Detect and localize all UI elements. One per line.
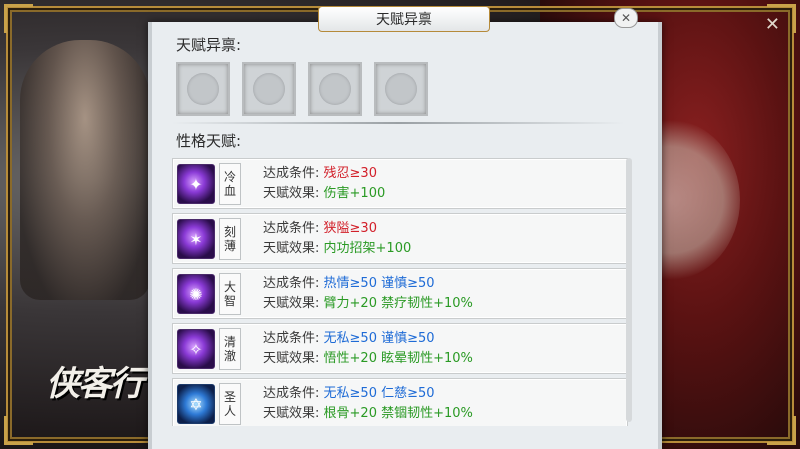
condition-label: 达成条件: <box>263 386 320 401</box>
panel-title-text: 天赋异禀 <box>376 12 432 28</box>
talent-row[interactable]: ✶ 刻薄 达成条件: 狭隘≥30 天赋效果: 内功招架+100 <box>172 213 628 264</box>
effect-label: 天赋效果: <box>263 351 320 366</box>
talent-info: 达成条件: 无私≥50 谨慎≥50 天赋效果: 悟性+20 眩晕韧性+10% <box>263 329 473 369</box>
effect-label: 天赋效果: <box>263 406 320 421</box>
swirl-icon: ✺ <box>177 274 215 314</box>
game-logo: 侠客行 <box>46 364 144 404</box>
talent-row[interactable]: ✧ 清澈 达成条件: 无私≥50 谨慎≥50 天赋效果: 悟性+20 眩晕韧性+… <box>172 323 628 374</box>
talent-slot[interactable] <box>242 62 296 116</box>
trait-name: 大智 <box>219 273 241 315</box>
trait-name: 刻薄 <box>219 218 241 260</box>
trait-name: 冷血 <box>219 163 241 205</box>
effect-value: 臂力+20 禁疗韧性+10% <box>323 296 473 311</box>
effect-value: 伤害+100 <box>323 186 386 201</box>
innate-talent-title: 天赋异禀: <box>176 36 242 54</box>
talent-info: 达成条件: 狭隘≥30 天赋效果: 内功招架+100 <box>263 219 411 259</box>
condition-value: 无私≥50 仁慈≥50 <box>323 386 435 401</box>
effect-value: 内功招架+100 <box>323 241 412 256</box>
condition-label: 达成条件: <box>263 166 320 181</box>
condition-label: 达成条件: <box>263 331 320 346</box>
condition-label: 达成条件: <box>263 221 320 236</box>
talent-slot[interactable] <box>176 62 230 116</box>
panel-title: 天赋异禀 <box>318 6 490 32</box>
effect-value: 悟性+20 眩晕韧性+10% <box>323 351 473 366</box>
condition-label: 达成条件: <box>263 276 320 291</box>
empty-slot-icon <box>385 73 417 105</box>
condition-value: 无私≥50 谨慎≥50 <box>323 331 435 346</box>
effect-value: 根骨+20 禁锢韧性+10% <box>323 406 473 421</box>
personality-talent-title: 性格天赋: <box>176 132 242 150</box>
claw-icon: ✶ <box>177 219 215 259</box>
talent-list: ✦ 冷血 达成条件: 残忍≥30 天赋效果: 伤害+100 ✶ 刻薄 达成条件:… <box>172 158 628 426</box>
list-scrollbar[interactable] <box>626 158 632 422</box>
hexagram-icon: ✡ <box>177 384 215 424</box>
talent-row[interactable]: ✦ 冷血 达成条件: 残忍≥30 天赋效果: 伤害+100 <box>172 158 628 209</box>
empty-slot-icon <box>253 73 285 105</box>
empty-slot-icon <box>187 73 219 105</box>
light-beam-icon: ✧ <box>177 329 215 369</box>
effect-label: 天赋效果: <box>263 186 320 201</box>
condition-value: 热情≥50 谨慎≥50 <box>323 276 435 291</box>
frame-corner <box>4 4 33 33</box>
talent-slot[interactable] <box>374 62 428 116</box>
talent-row[interactable]: ✺ 大智 达成条件: 热情≥50 谨慎≥50 天赋效果: 臂力+20 禁疗韧性+… <box>172 268 628 319</box>
talent-info: 达成条件: 无私≥50 仁慈≥50 天赋效果: 根骨+20 禁锢韧性+10% <box>263 384 473 424</box>
talent-info: 达成条件: 热情≥50 谨慎≥50 天赋效果: 臂力+20 禁疗韧性+10% <box>263 274 473 314</box>
talent-row[interactable]: ✡ 圣人 达成条件: 无私≥50 仁慈≥50 天赋效果: 根骨+20 禁锢韧性+… <box>172 378 628 426</box>
talent-slot[interactable] <box>308 62 362 116</box>
panel-close-button[interactable]: ✕ <box>614 8 638 28</box>
dagger-icon: ✦ <box>177 164 215 204</box>
left-character-art <box>20 40 150 300</box>
talent-info: 达成条件: 残忍≥30 天赋效果: 伤害+100 <box>263 164 385 204</box>
screen-close-icon[interactable]: ✕ <box>765 14 780 35</box>
effect-label: 天赋效果: <box>263 296 320 311</box>
trait-name: 清澈 <box>219 328 241 370</box>
condition-value: 残忍≥30 <box>323 166 377 181</box>
trait-name: 圣人 <box>219 383 241 425</box>
empty-slot-icon <box>319 73 351 105</box>
condition-value: 狭隘≥30 <box>323 221 377 236</box>
innate-talent-slots <box>176 62 428 116</box>
frame-corner <box>767 416 796 445</box>
effect-label: 天赋效果: <box>263 241 320 256</box>
frame-corner <box>4 416 33 445</box>
section-divider <box>172 122 624 124</box>
